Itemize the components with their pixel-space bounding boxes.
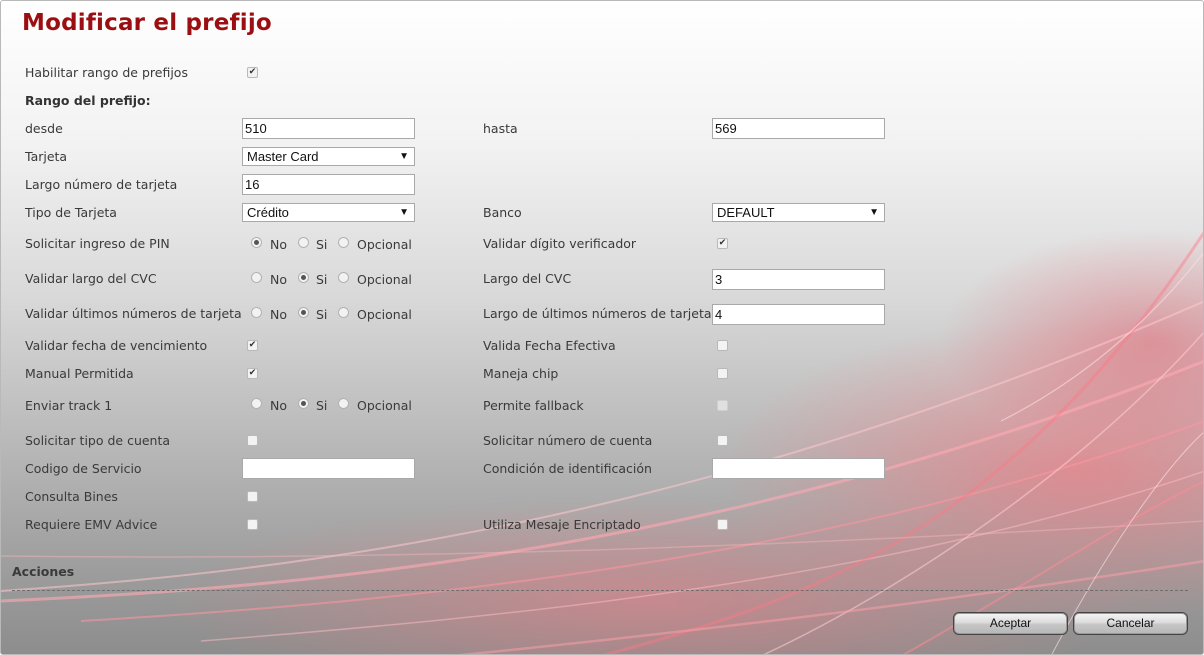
validar-fecha-venc-checkbox[interactable]: ✔ (247, 340, 258, 351)
solicitar-pin-radio-si[interactable] (298, 237, 309, 248)
validar-largo-cvc-no-label: No (270, 272, 287, 287)
valida-fecha-efectiva-label: Valida Fecha Efectiva (483, 338, 616, 353)
acciones-divider (12, 590, 1188, 591)
background-light-streaks (1, 231, 1203, 654)
desde-input[interactable]: 510 (242, 118, 415, 139)
acciones-heading: Acciones (12, 564, 75, 579)
enviar-track1-radio-no[interactable] (251, 398, 262, 409)
solicitar-numero-cuenta-label: Solicitar número de cuenta (483, 433, 653, 448)
permite-fallback-checkbox[interactable] (717, 400, 728, 411)
largo-cvc-input[interactable]: 3 (712, 269, 885, 290)
banco-label: Banco (483, 205, 522, 220)
largo-ultimos-label: Largo de últimos números de tarjeta (483, 306, 712, 321)
habilitar-rango-label: Habilitar rango de prefijos (25, 65, 188, 80)
dialog-panel (0, 0, 1204, 655)
maneja-chip-label: Maneja chip (483, 366, 559, 381)
validar-largo-cvc-radio-opcional[interactable] (338, 272, 349, 283)
tipo-tarjeta-select[interactable]: Crédito ▼ (242, 203, 415, 222)
solicitar-tipo-cuenta-label: Solicitar tipo de cuenta (25, 433, 171, 448)
tarjeta-label: Tarjeta (25, 149, 68, 164)
tarjeta-select[interactable]: Master Card ▼ (242, 147, 415, 166)
validar-ultimos-radio-no[interactable] (251, 307, 262, 318)
codigo-servicio-input[interactable] (242, 458, 415, 479)
enviar-track1-no-label: No (270, 398, 287, 413)
requiere-emv-label: Requiere EMV Advice (25, 517, 158, 532)
utiliza-mensaje-label: Utiliza Mesaje Encriptado (483, 517, 641, 532)
desde-label: desde (25, 121, 63, 136)
tipo-tarjeta-label: Tipo de Tarjeta (25, 205, 117, 220)
validar-digito-checkbox[interactable]: ✔ (717, 238, 728, 249)
solicitar-pin-si-label: Si (316, 237, 328, 252)
manual-permitida-label: Manual Permitida (25, 366, 134, 381)
rango-prefijo-heading: Rango del prefijo: (25, 93, 151, 108)
solicitar-pin-label: Solicitar ingreso de PIN (25, 236, 170, 251)
hasta-input[interactable]: 569 (712, 118, 885, 139)
validar-largo-cvc-label: Validar largo del CVC (25, 271, 157, 286)
banco-select-value: DEFAULT (717, 205, 775, 220)
validar-ultimos-si-label: Si (316, 307, 328, 322)
solicitar-tipo-cuenta-checkbox[interactable] (247, 435, 258, 446)
codigo-servicio-label: Codigo de Servicio (25, 461, 142, 476)
solicitar-pin-radio-opcional[interactable] (338, 237, 349, 248)
condicion-identificacion-input[interactable] (712, 458, 885, 479)
largo-cvc-label: Largo del CVC (483, 271, 572, 286)
cancelar-button[interactable]: Cancelar (1073, 612, 1188, 635)
solicitar-pin-opcional-label: Opcional (357, 237, 412, 252)
requiere-emv-checkbox[interactable] (247, 519, 258, 530)
tarjeta-select-value: Master Card (247, 149, 319, 164)
maneja-chip-checkbox[interactable] (717, 368, 728, 379)
triangle-down-icon: ▼ (399, 151, 409, 162)
check-mark-icon: ✔ (248, 368, 257, 378)
enviar-track1-si-label: Si (316, 398, 328, 413)
banco-select[interactable]: DEFAULT ▼ (712, 203, 885, 222)
hasta-label: hasta (483, 121, 518, 136)
triangle-down-icon: ▼ (869, 207, 879, 218)
validar-largo-cvc-radio-si[interactable] (298, 272, 309, 283)
validar-ultimos-no-label: No (270, 307, 287, 322)
validar-largo-cvc-si-label: Si (316, 272, 328, 287)
enviar-track1-opcional-label: Opcional (357, 398, 412, 413)
condicion-identificacion-label: Condición de identificación (483, 461, 652, 476)
enviar-track1-label: Enviar track 1 (25, 398, 113, 413)
tipo-tarjeta-select-value: Crédito (247, 205, 289, 220)
enviar-track1-radio-si[interactable] (298, 398, 309, 409)
enviar-track1-radio-opcional[interactable] (338, 398, 349, 409)
check-mark-icon: ✔ (248, 67, 257, 77)
triangle-down-icon: ▼ (399, 207, 409, 218)
aceptar-button[interactable]: Aceptar (953, 612, 1068, 635)
valida-fecha-efectiva-checkbox[interactable] (717, 340, 728, 351)
validar-ultimos-radio-si[interactable] (298, 307, 309, 318)
consulta-bines-label: Consulta Bines (25, 489, 118, 504)
validar-largo-cvc-opcional-label: Opcional (357, 272, 412, 287)
manual-permitida-checkbox[interactable]: ✔ (247, 368, 258, 379)
validar-ultimos-label: Validar últimos números de tarjeta (25, 306, 242, 321)
validar-digito-label: Validar dígito verificador (483, 236, 637, 251)
habilitar-rango-checkbox[interactable]: ✔ (247, 67, 258, 78)
page-title: Modificar el prefijo (22, 10, 272, 36)
check-mark-icon: ✔ (718, 238, 727, 248)
largo-numero-label: Largo número de tarjeta (25, 177, 178, 192)
solicitar-pin-no-label: No (270, 237, 287, 252)
largo-numero-input[interactable]: 16 (242, 174, 415, 195)
validar-largo-cvc-radio-no[interactable] (251, 272, 262, 283)
validar-ultimos-radio-opcional[interactable] (338, 307, 349, 318)
check-mark-icon: ✔ (248, 340, 257, 350)
largo-ultimos-input[interactable]: 4 (712, 304, 885, 325)
utiliza-mensaje-checkbox[interactable] (717, 519, 728, 530)
solicitar-pin-radio-no[interactable] (251, 237, 262, 248)
consulta-bines-checkbox[interactable] (247, 491, 258, 502)
validar-fecha-venc-label: Validar fecha de vencimiento (25, 338, 208, 353)
permite-fallback-label: Permite fallback (483, 398, 584, 413)
solicitar-numero-cuenta-checkbox[interactable] (717, 435, 728, 446)
validar-ultimos-opcional-label: Opcional (357, 307, 412, 322)
